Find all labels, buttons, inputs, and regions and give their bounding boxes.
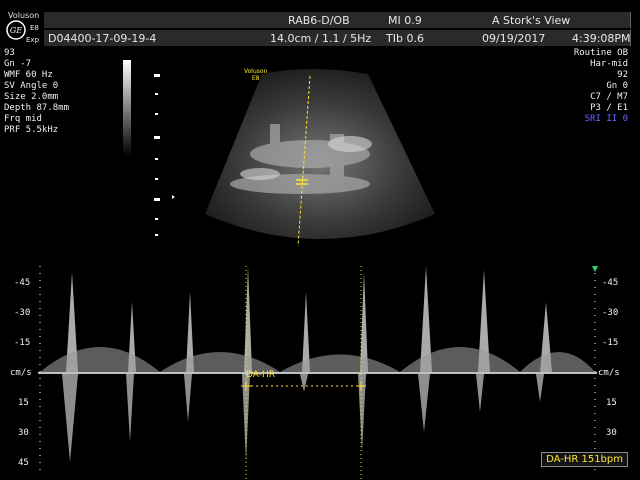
da-hr-measurement: DA-HR 151bpm	[541, 452, 628, 467]
scale-right-tick: -15	[602, 338, 619, 348]
scale-left-tick: -45	[14, 278, 31, 288]
mi-label: MI 0.9	[388, 14, 422, 27]
grayscale-bar	[123, 60, 175, 236]
scale-right-unit: cm/s	[598, 368, 620, 378]
da-hr-caliper-label: DA-HR	[246, 370, 275, 380]
scale-left-tick: -15	[14, 338, 31, 348]
scale-left-tick: 30	[18, 428, 29, 438]
param-line: Gn -7	[4, 59, 32, 69]
scale-right-tick: 30	[606, 428, 617, 438]
param-line: Frq mid	[4, 114, 42, 124]
param-line: PRF 5.5kHz	[4, 125, 59, 135]
scale-left-tick: -30	[14, 308, 31, 318]
param-line: WMF 60 Hz	[4, 70, 53, 80]
scale-left-unit: cm/s	[10, 368, 32, 378]
doppler-spectrum	[38, 266, 598, 480]
exam-date: 09/19/2017	[482, 32, 546, 45]
scale-right-tick: -45	[602, 278, 619, 288]
header-left-cell	[44, 12, 261, 28]
param-line: Depth 87.8mm	[4, 103, 70, 113]
overlay-brand: Voluson	[244, 68, 268, 75]
exam-time: 4:39:08PM	[572, 32, 631, 45]
left-params: 93 Gn -7 WMF 60 Hz SV Angle 0 Size 2.0mm…	[4, 48, 69, 136]
ge-logo-icon: GE	[6, 20, 26, 40]
param-line: Routine OB	[573, 48, 628, 58]
clinic-name: A Stork's View	[492, 14, 571, 27]
scale-right-tick: -30	[602, 308, 619, 318]
image-brand-overlay: Voluson E8	[244, 68, 267, 82]
param-line: 92	[617, 70, 628, 80]
param-line: Har-mid	[590, 59, 628, 69]
right-params: Routine OB Har-mid 92 Gn 0 C7 / M7 P3 / …	[574, 48, 628, 125]
overlay-model: E8	[251, 75, 260, 82]
depth-info: 14.0cm / 1.1 / 5Hz	[270, 32, 372, 45]
patient-id: D04400-17-09-19-4	[48, 32, 157, 45]
param-line: Size 2.0mm	[4, 92, 59, 102]
param-line: Gn 0	[606, 81, 628, 91]
param-line: SV Angle 0	[4, 81, 59, 91]
tib-label: TIb 0.6	[386, 32, 424, 45]
sri-label: SRI II 0	[584, 114, 628, 124]
svg-text:GE: GE	[10, 26, 22, 35]
scale-right-tick: 15	[606, 398, 617, 408]
scale-left-tick: 45	[18, 458, 29, 468]
scale-left-tick: 15	[18, 398, 29, 408]
bmode-sector-image	[205, 69, 435, 247]
probe-label: RAB6-D/OB	[288, 14, 350, 27]
param-line: C7 / M7	[590, 92, 628, 102]
param-line: P3 / E1	[590, 103, 628, 113]
param-line: 93	[4, 48, 15, 58]
